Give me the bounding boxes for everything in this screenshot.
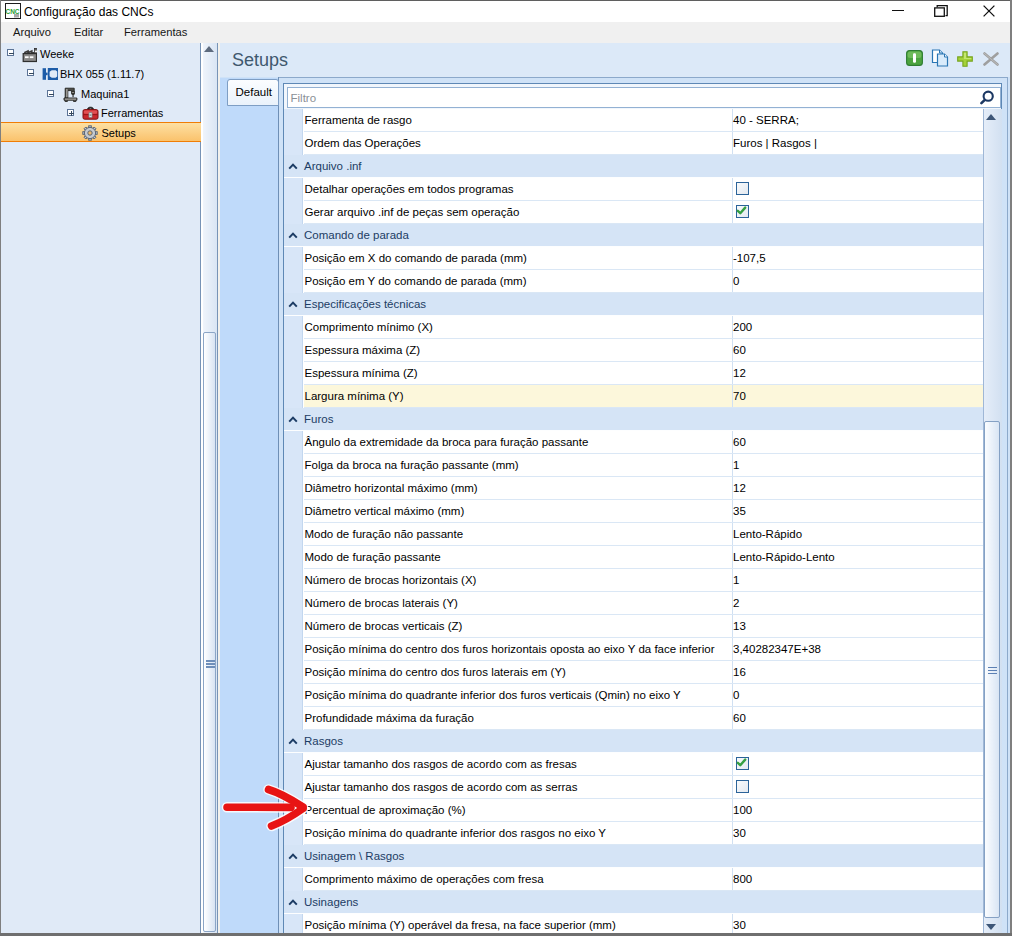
svg-text:CNC: CNC — [5, 8, 19, 15]
